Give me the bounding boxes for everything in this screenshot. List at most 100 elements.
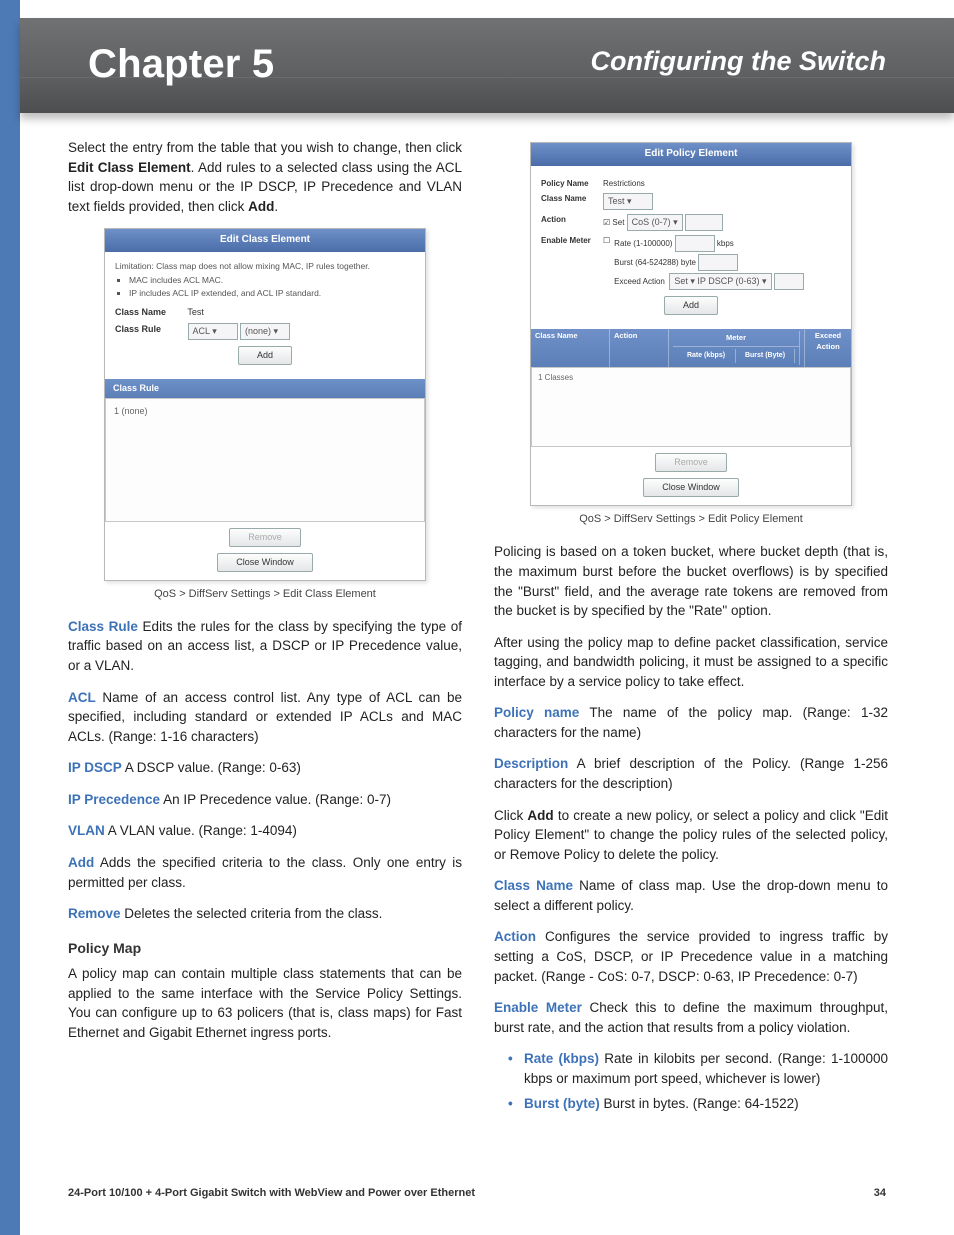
text: Click: [494, 808, 527, 823]
action-select[interactable]: CoS (0-7) ▾: [627, 214, 683, 231]
def-description: Description A brief description of the P…: [494, 754, 888, 793]
term: VLAN: [68, 823, 105, 838]
term: Policy name: [494, 705, 579, 720]
exceed-label: Exceed Action: [614, 277, 665, 286]
page: Chapter 5 Configuring the Switch Select …: [0, 0, 954, 1235]
col-class-name: Class Name: [531, 329, 610, 367]
term: Description: [494, 756, 568, 771]
def-class-rule: Class Rule Edits the rules for the class…: [68, 617, 462, 676]
dialog-body: Policy NameRestrictions Class NameTest ▾…: [531, 166, 851, 330]
term: Remove: [68, 906, 121, 921]
remove-button[interactable]: Remove: [655, 453, 727, 472]
term: IP DSCP: [68, 760, 122, 775]
term: Class Name: [494, 878, 573, 893]
def-text: Name of an access control list. Any type…: [68, 690, 462, 744]
burst-input[interactable]: [698, 254, 738, 271]
dialog-title: Edit Policy Element: [531, 143, 851, 166]
add-bold: Add: [527, 808, 553, 823]
policy-map-heading: Policy Map: [68, 938, 462, 958]
policing-paragraph: Policing is based on a token bucket, whe…: [494, 542, 888, 620]
rate-unit: kbps: [717, 239, 734, 248]
def-text: An IP Precedence value. (Range: 0-7): [160, 792, 391, 807]
class-name-label: Class Name: [115, 306, 185, 319]
page-number: 34: [874, 1187, 886, 1199]
text: Select the entry from the table that you…: [68, 140, 462, 155]
enable-meter-label: Enable Meter: [541, 235, 603, 290]
term: Action: [494, 929, 536, 944]
def-acl: ACL Name of an access control list. Any …: [68, 688, 462, 747]
acl-select[interactable]: ACL ▾: [188, 323, 238, 340]
burst-label: Burst (64-524288) byte: [614, 258, 696, 267]
enable-meter-checkbox[interactable]: ☐: [603, 235, 610, 290]
def-remove: Remove Deletes the selected criteria fro…: [68, 904, 462, 924]
col-meter: Meter: [673, 331, 800, 347]
figure-caption: QoS > DiffServ Settings > Edit Policy El…: [494, 512, 888, 528]
policy-name-value: Restrictions: [603, 179, 645, 188]
text: .: [274, 199, 278, 214]
footer: 24-Port 10/100 + 4-Port Gigabit Switch w…: [68, 1187, 886, 1199]
class-rule-subheader: Class Rule: [105, 379, 425, 398]
after-paragraph: After using the policy map to define pac…: [494, 633, 888, 692]
def-add: Add Adds the specified criteria to the c…: [68, 853, 462, 892]
limitation-list: MAC includes ACL MAC. IP includes ACL IP…: [129, 274, 415, 300]
term: Rate (kbps): [524, 1051, 599, 1066]
section-title: Configuring the Switch: [591, 46, 886, 77]
right-column: Edit Policy Element Policy NameRestricti…: [494, 138, 888, 1126]
add-button[interactable]: Add: [664, 296, 718, 315]
add-button[interactable]: Add: [238, 346, 292, 365]
policy-table-panel: 1 Classes: [531, 367, 851, 447]
class-name-select[interactable]: Test ▾: [603, 193, 653, 210]
limitation-text: Limitation: Class map does not allow mix…: [115, 260, 415, 272]
def-vlan: VLAN A VLAN value. (Range: 1-4094): [68, 821, 462, 841]
header-band: Chapter 5 Configuring the Switch: [20, 18, 954, 113]
term: Burst (byte): [524, 1096, 600, 1111]
intro-paragraph: Select the entry from the table that you…: [68, 138, 462, 216]
list-item: IP includes ACL IP extended, and ACL IP …: [129, 287, 415, 299]
policy-map-paragraph: A policy map can contain multiple class …: [68, 964, 462, 1042]
close-window-button[interactable]: Close Window: [217, 553, 313, 572]
meter-bullets: Rate (kbps) Rate in kilobits per second.…: [512, 1049, 888, 1114]
left-column: Select the entry from the table that you…: [68, 138, 462, 1126]
term: IP Precedence: [68, 792, 160, 807]
exceed-input[interactable]: [774, 273, 804, 290]
action-input[interactable]: [685, 214, 723, 231]
def-enable-meter: Enable Meter Check this to define the ma…: [494, 998, 888, 1037]
bullet-rate: Rate (kbps) Rate in kilobits per second.…: [512, 1049, 888, 1088]
acl-none-select[interactable]: (none) ▾: [240, 323, 290, 340]
term: Add: [68, 855, 94, 870]
footer-product: 24-Port 10/100 + 4-Port Gigabit Switch w…: [68, 1187, 475, 1199]
def-class-name: Class Name Name of class map. Use the dr…: [494, 876, 888, 915]
chapter-title: Chapter 5: [88, 42, 274, 87]
edit-class-element-screenshot: Edit Class Element Limitation: Class map…: [104, 228, 426, 581]
remove-button[interactable]: Remove: [229, 528, 301, 547]
table-header: Class Name Action Meter Rate (kbps) Burs…: [531, 329, 851, 367]
set-label: Set: [612, 218, 624, 227]
left-stripe: [0, 0, 20, 1235]
class-name-label: Class Name: [541, 193, 603, 205]
close-window-button[interactable]: Close Window: [643, 478, 739, 497]
rate-label: Rate (1-100000): [614, 239, 672, 248]
def-text: Burst in bytes. (Range: 64-1522): [600, 1096, 799, 1111]
table-row: 1 Classes: [538, 373, 573, 382]
exceed-select[interactable]: Set ▾ IP DSCP (0-63) ▾: [669, 273, 771, 290]
class-name-value: Test: [187, 307, 204, 317]
col-burst: Burst (Byte): [736, 349, 795, 363]
def-text: Deletes the selected criteria from the c…: [121, 906, 383, 921]
list-item: 1 (none): [114, 406, 148, 416]
col-exceed-action: Exceed Action: [805, 329, 851, 367]
term: Enable Meter: [494, 1000, 582, 1015]
def-ipdscp: IP DSCP A DSCP value. (Range: 0-63): [68, 758, 462, 778]
def-text: A DSCP value. (Range: 0-63): [122, 760, 301, 775]
action-set-checkbox[interactable]: ☑: [603, 218, 612, 227]
def-ipprecedence: IP Precedence An IP Precedence value. (R…: [68, 790, 462, 810]
edit-policy-element-screenshot: Edit Policy Element Policy NameRestricti…: [530, 142, 852, 506]
term: Class Rule: [68, 619, 138, 634]
def-text: Adds the specified criteria to the class…: [68, 855, 462, 890]
figure-caption: QoS > DiffServ Settings > Edit Class Ele…: [68, 587, 462, 603]
def-text: A VLAN value. (Range: 1-4094): [105, 823, 297, 838]
text: to create a new policy, or select a poli…: [494, 808, 888, 862]
add-bold: Add: [248, 199, 274, 214]
rate-input[interactable]: [675, 235, 715, 252]
click-add-paragraph: Click Add to create a new policy, or sel…: [494, 806, 888, 865]
class-rule-panel: 1 (none): [105, 398, 425, 522]
